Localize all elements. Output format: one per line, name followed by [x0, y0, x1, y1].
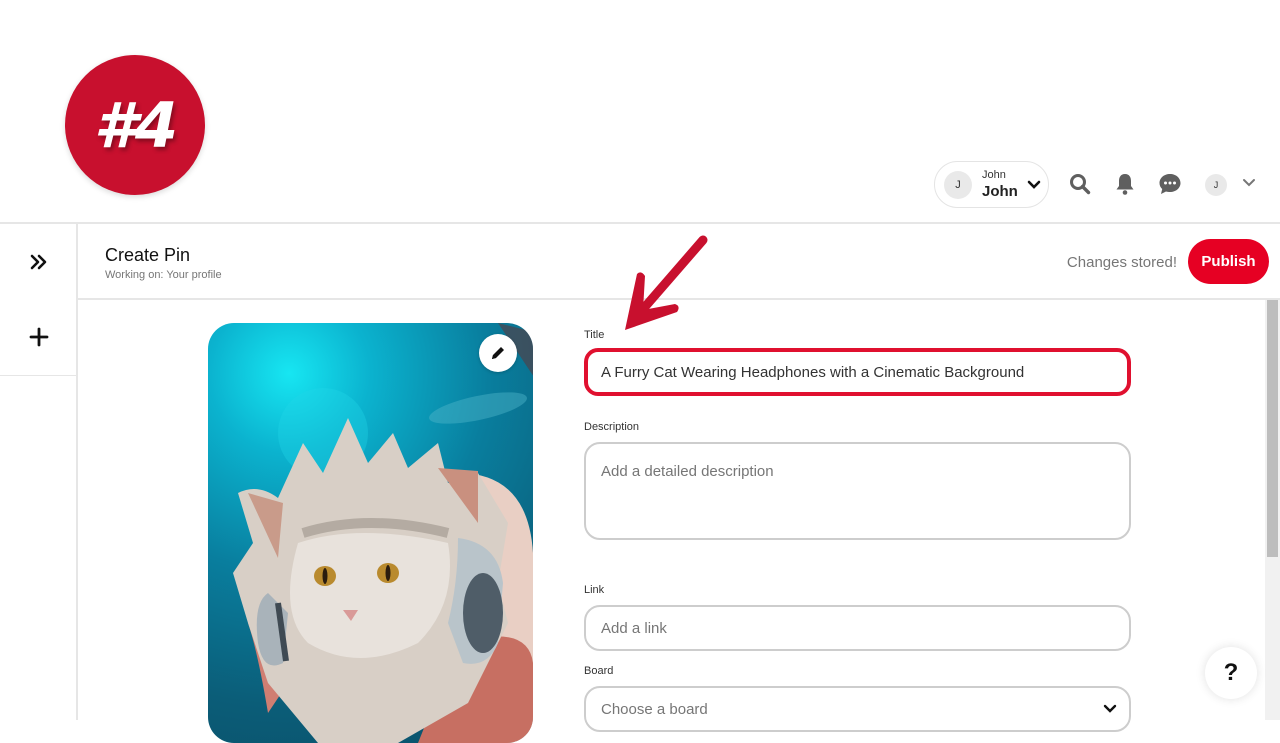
account-name-small: John: [982, 169, 1006, 181]
description-input[interactable]: Add a detailed description: [584, 442, 1131, 540]
pin-image-preview: [208, 323, 533, 743]
account-name-large: John: [982, 183, 1018, 200]
expand-sidebar-button[interactable]: [0, 232, 78, 292]
help-button[interactable]: ?: [1205, 647, 1257, 699]
sidebar: [0, 224, 78, 720]
scrollbar[interactable]: [1265, 300, 1280, 720]
page-title: Create Pin: [105, 245, 191, 265]
title-value: A Furry Cat Wearing Headphones with a Ci…: [601, 363, 1025, 381]
publish-button[interactable]: Publish: [1188, 239, 1269, 284]
pencil-icon: [492, 347, 504, 359]
board-label: Board: [584, 665, 614, 677]
create-new-pin-button[interactable]: [0, 307, 78, 367]
chat-icon[interactable]: [1158, 172, 1182, 196]
link-placeholder: Add a link: [601, 619, 667, 637]
board-placeholder: Choose a board: [601, 700, 708, 718]
profile-avatar[interactable]: J: [1205, 174, 1227, 196]
annotation-arrow-icon: [625, 235, 708, 330]
plus-icon: [29, 327, 49, 347]
page-subtitle: Working on: Your profile: [105, 269, 222, 281]
link-label: Link: [584, 584, 605, 596]
title-label: Title: [584, 329, 605, 341]
description-label: Description: [584, 421, 640, 433]
expand-icon: [30, 254, 47, 270]
chevron-down-icon: [1103, 704, 1117, 713]
account-switcher[interactable]: J John John: [934, 161, 1049, 208]
cat-illustration: [233, 323, 533, 743]
step-number-badge: #4: [65, 55, 205, 195]
chevron-down-icon: [1027, 180, 1041, 189]
profile-menu-chevron-icon[interactable]: [1242, 178, 1256, 188]
scrollbar-thumb[interactable]: [1267, 300, 1278, 557]
save-status: Changes stored!: [1066, 254, 1177, 271]
badge-text: #4: [93, 88, 178, 162]
account-avatar: J: [944, 170, 972, 199]
search-icon[interactable]: [1068, 172, 1092, 196]
edit-image-button[interactable]: [479, 334, 517, 372]
description-placeholder: Add a detailed description: [601, 463, 774, 480]
sidebar-divider: [0, 375, 76, 376]
title-input[interactable]: A Furry Cat Wearing Headphones with a Ci…: [584, 348, 1131, 396]
link-input[interactable]: Add a link: [584, 605, 1131, 651]
bell-icon[interactable]: [1113, 172, 1137, 196]
board-select[interactable]: Choose a board: [584, 686, 1131, 732]
